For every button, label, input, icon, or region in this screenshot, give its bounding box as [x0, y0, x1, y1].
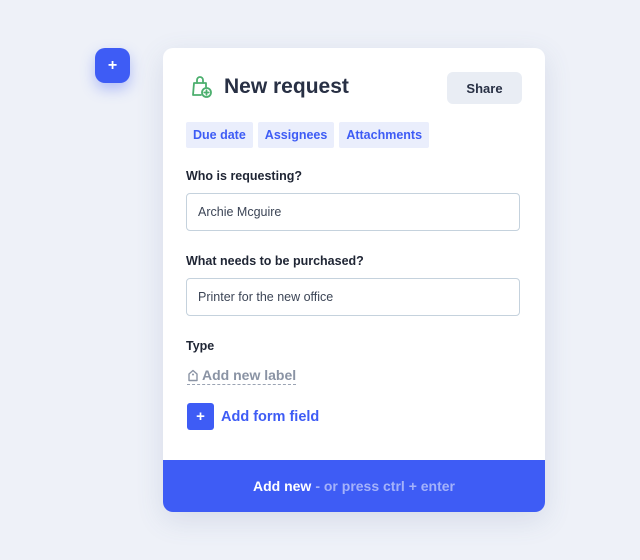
tag-icon	[188, 369, 198, 381]
card-header: New request Share	[187, 72, 522, 104]
requester-field[interactable]: Archie Mcguire	[186, 193, 520, 231]
add-new-submit-button[interactable]: Add new - or press ctrl + enter	[163, 460, 545, 512]
purchase-value: Printer for the new office	[198, 290, 334, 304]
requester-label: Who is requesting?	[186, 169, 302, 183]
chip-assignees[interactable]: Assignees	[257, 122, 335, 148]
submit-label: Add new	[252, 478, 312, 494]
chip-due-date[interactable]: Due date	[186, 122, 253, 148]
keyboard-hint: - or press ctrl + enter	[315, 478, 455, 494]
plus-icon: +	[107, 56, 118, 74]
field-chips: Due date Assignees Attachments	[186, 122, 430, 148]
add-form-field-label: Add form field	[221, 408, 320, 425]
purchase-field[interactable]: Printer for the new office	[186, 278, 520, 316]
add-form-field-button[interactable]: + Add form field	[187, 403, 319, 430]
shopping-bag-add-icon	[192, 76, 212, 98]
plus-icon: +	[187, 403, 214, 430]
add-fab-button[interactable]: +	[95, 48, 130, 83]
page-title: New request	[224, 75, 349, 98]
requester-value: Archie Mcguire	[198, 205, 282, 219]
new-request-card: New request Share Due date Assignees Att…	[163, 48, 545, 512]
add-new-label-link[interactable]: Add new label	[187, 367, 297, 385]
purchase-label: What needs to be purchased?	[186, 254, 364, 268]
type-label: Type	[186, 339, 215, 353]
add-new-label-text: Add new label	[202, 367, 297, 383]
share-button[interactable]: Share	[447, 72, 522, 104]
chip-attachments[interactable]: Attachments	[339, 122, 430, 148]
